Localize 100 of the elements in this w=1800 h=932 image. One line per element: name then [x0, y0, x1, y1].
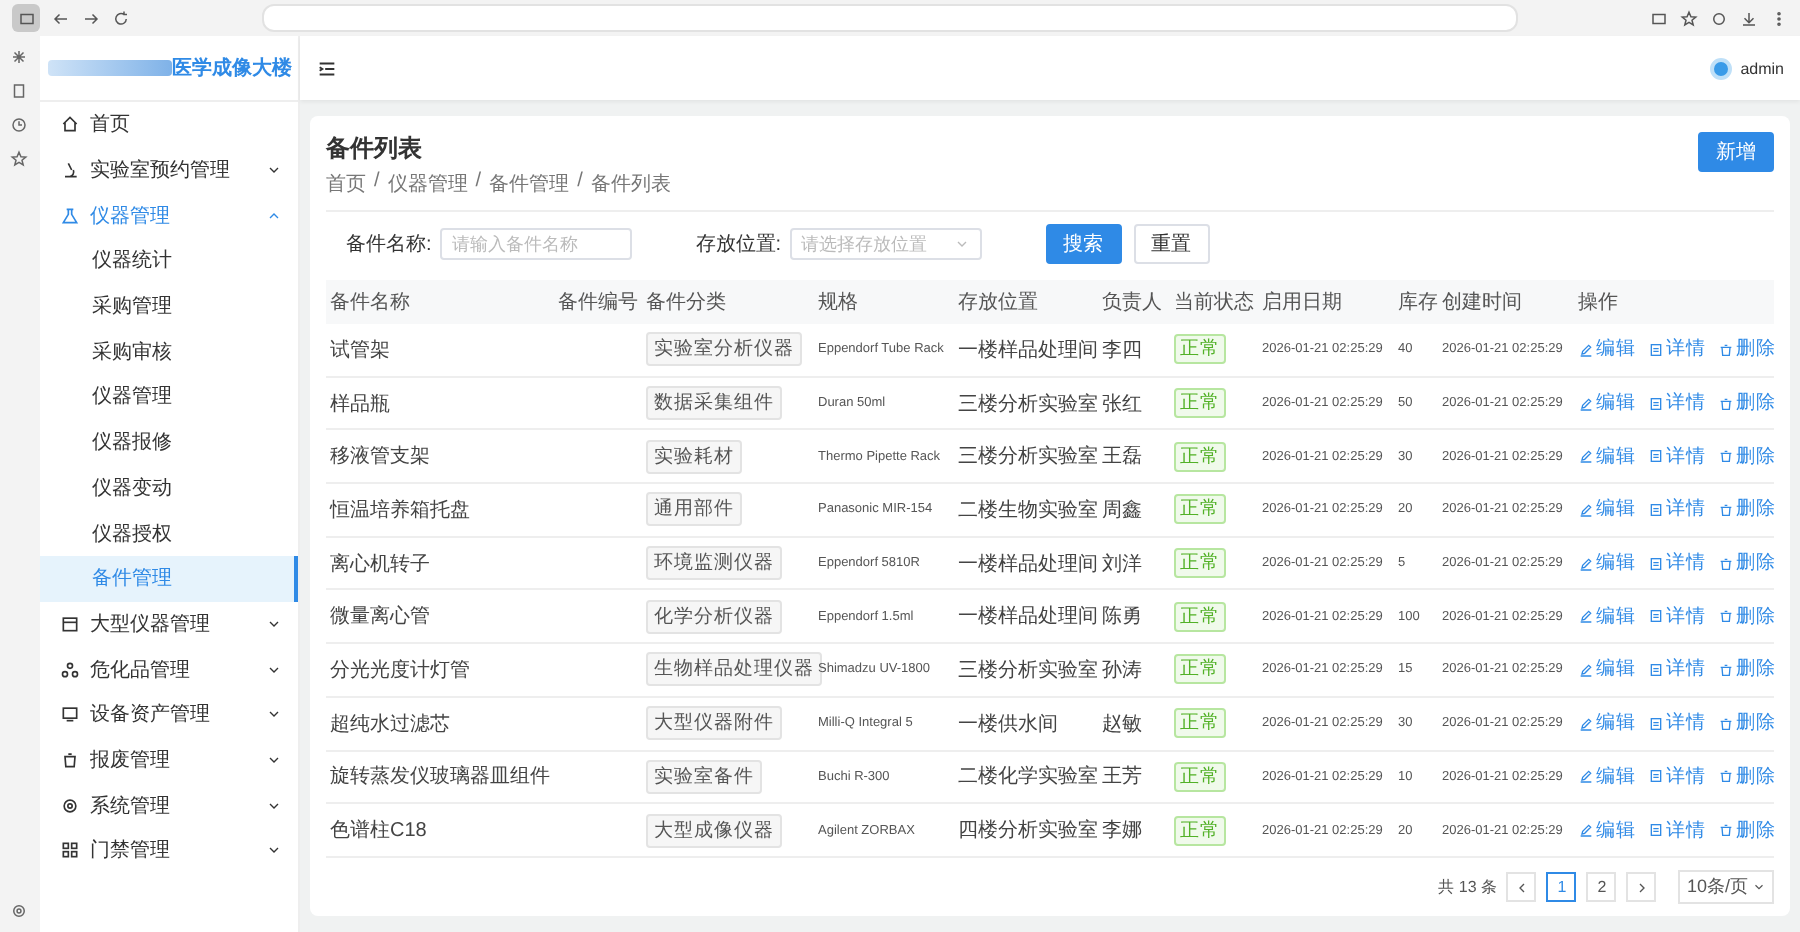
edit-link[interactable]: 编辑: [1578, 336, 1636, 363]
breadcrumb-separator: /: [475, 170, 482, 196]
delete-link[interactable]: 删除: [1718, 336, 1776, 363]
delete-link[interactable]: 删除: [1718, 710, 1776, 737]
menu-item[interactable]: 门禁管理: [39, 828, 298, 874]
trash-icon: [1718, 555, 1734, 572]
filter-label: 存放位置:: [695, 231, 782, 258]
detail-link[interactable]: 详情: [1648, 656, 1706, 683]
logo-text: 医学成像大楼: [171, 55, 292, 82]
submenu-item[interactable]: 仪器授权: [39, 510, 298, 556]
edit-link[interactable]: 编辑: [1578, 390, 1636, 417]
avatar[interactable]: [1710, 57, 1733, 79]
add-button[interactable]: 新增: [1698, 132, 1774, 172]
table-cell: 分光光度计灯管: [330, 659, 470, 682]
submenu-item[interactable]: 仪器统计: [39, 238, 298, 284]
delete-link[interactable]: 删除: [1718, 817, 1776, 844]
page-size-select[interactable]: 10条/页: [1678, 870, 1774, 904]
delete-link[interactable]: 删除: [1718, 656, 1776, 683]
menu-item[interactable]: 设备资产管理: [39, 691, 298, 738]
menu-item[interactable]: 首页: [39, 102, 298, 148]
detail-link[interactable]: 详情: [1648, 390, 1706, 417]
menu-item[interactable]: 大型仪器管理: [39, 601, 298, 647]
category-tag: 实验室分析仪器: [646, 332, 802, 367]
category-tag: 化学分析仪器: [646, 599, 782, 634]
detail-link[interactable]: 详情: [1648, 550, 1706, 577]
table-cell: 色谱柱C18: [330, 820, 427, 843]
reset-button[interactable]: 重置: [1133, 224, 1210, 264]
table-cell: 二楼生物实验室: [958, 499, 1098, 522]
table-cell: 样品瓶: [330, 393, 390, 416]
edit-link[interactable]: 编辑: [1578, 817, 1636, 844]
trash-icon: [1718, 608, 1734, 625]
delete-link[interactable]: 删除: [1718, 603, 1776, 630]
table-cell: 一楼样品处理间: [958, 553, 1098, 576]
table-cell: 一楼样品处理间: [958, 339, 1098, 362]
delete-link[interactable]: 删除: [1718, 763, 1776, 790]
pencil-icon: [1578, 608, 1594, 625]
category-tag: 大型仪器附件: [646, 706, 782, 741]
star-icon: [1680, 9, 1698, 27]
select-field[interactable]: 请选择存放位置: [789, 228, 982, 260]
table-cell: 移液管支架: [330, 446, 430, 469]
breadcrumb-item[interactable]: 首页: [326, 170, 366, 198]
edit-link[interactable]: 编辑: [1578, 656, 1636, 683]
detail-link[interactable]: 详情: [1648, 817, 1706, 844]
delete-link[interactable]: 删除: [1718, 390, 1776, 417]
detail-link[interactable]: 详情: [1648, 336, 1706, 363]
edit-link[interactable]: 编辑: [1578, 710, 1636, 737]
star-icon: [10, 150, 29, 168]
breadcrumb-item[interactable]: 备件列表: [590, 170, 671, 198]
delete-link[interactable]: 删除: [1718, 550, 1776, 577]
edit-link[interactable]: 编辑: [1578, 496, 1636, 523]
delete-link[interactable]: 删除: [1718, 443, 1776, 470]
forward-icon: [82, 9, 100, 27]
submenu-item[interactable]: 仪器报修: [39, 419, 298, 465]
detail-link[interactable]: 详情: [1648, 496, 1706, 523]
edit-link[interactable]: 编辑: [1578, 443, 1636, 470]
column-header: 规格: [818, 292, 858, 314]
category-tag: 通用部件: [646, 492, 742, 527]
next-page-button[interactable]: [1626, 872, 1657, 902]
column-header: 启用日期: [1262, 292, 1342, 314]
submenu-item[interactable]: 采购审核: [39, 328, 298, 375]
document-icon: [1648, 715, 1664, 732]
reload-icon: [112, 9, 130, 27]
edit-link[interactable]: 编辑: [1578, 603, 1636, 630]
submenu-item[interactable]: 采购管理: [39, 283, 298, 329]
menu-item[interactable]: 系统管理: [39, 782, 298, 828]
submenu-item[interactable]: 仪器管理: [39, 374, 298, 420]
submenu-item[interactable]: 仪器变动: [39, 465, 298, 511]
table-cell: 四楼分析实验室: [958, 820, 1098, 843]
delete-link[interactable]: 删除: [1718, 496, 1776, 523]
detail-link[interactable]: 详情: [1648, 763, 1706, 790]
detail-link[interactable]: 详情: [1648, 603, 1706, 630]
breadcrumb-separator: /: [577, 170, 583, 196]
input-field[interactable]: 请输入备件名称: [439, 228, 632, 260]
menu-item[interactable]: 仪器管理: [39, 192, 298, 239]
search-button[interactable]: 搜索: [1045, 224, 1122, 264]
page-button[interactable]: 1: [1546, 872, 1577, 902]
document-icon: [1648, 395, 1664, 412]
table-cell: 三楼分析实验室: [958, 446, 1098, 469]
trash-icon: [1718, 661, 1734, 678]
address-bar[interactable]: [262, 4, 1518, 32]
edit-link[interactable]: 编辑: [1578, 763, 1636, 790]
menu-item[interactable]: 实验室预约管理: [39, 147, 298, 193]
edit-link[interactable]: 编辑: [1578, 550, 1636, 577]
table-cell: 试管架: [330, 339, 390, 362]
detail-link[interactable]: 详情: [1648, 443, 1706, 470]
status-tag: 正常: [1174, 494, 1226, 525]
pencil-icon: [1578, 768, 1594, 785]
submenu-item[interactable]: 备件管理: [39, 555, 298, 602]
breadcrumb-item[interactable]: 仪器管理: [387, 170, 468, 198]
pencil-icon: [1578, 501, 1594, 518]
user-name[interactable]: admin: [1740, 59, 1784, 77]
previous-page-button[interactable]: [1506, 872, 1537, 902]
pencil-icon: [1578, 341, 1594, 358]
detail-link[interactable]: 详情: [1648, 710, 1706, 737]
page-button[interactable]: 2: [1586, 872, 1617, 902]
menu-item[interactable]: 报废管理: [39, 737, 298, 783]
menu-item[interactable]: 危化品管理: [39, 646, 298, 692]
tab-strip-button[interactable]: [12, 4, 40, 32]
status-tag: 正常: [1174, 815, 1226, 846]
breadcrumb-item[interactable]: 备件管理: [489, 170, 570, 198]
